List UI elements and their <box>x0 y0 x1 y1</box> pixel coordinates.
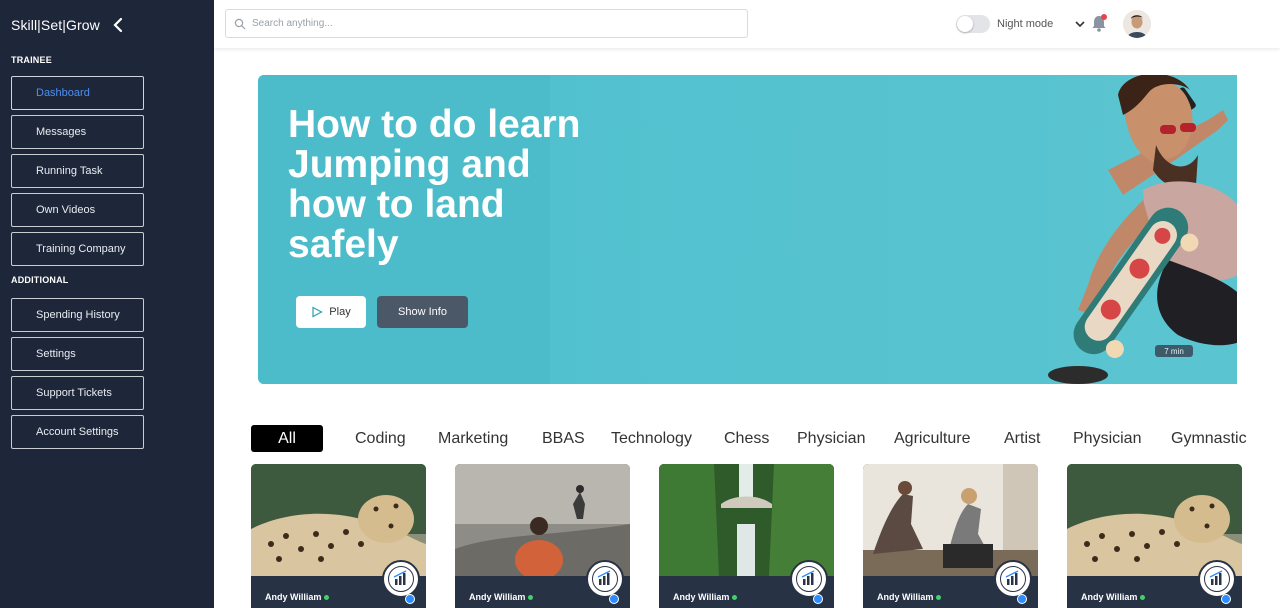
course-badge <box>1198 560 1236 598</box>
hero-title: How to do learn Jumping and how to land … <box>288 103 581 266</box>
sidebar-item-dashboard[interactable]: Dashboard <box>11 76 144 110</box>
sidebar: Skill|Set|Grow TRAINEE Dashboard Message… <box>0 0 214 608</box>
tab-technology[interactable]: Technology <box>611 430 692 448</box>
chevron-left-icon[interactable] <box>110 15 126 35</box>
sidebar-item-training-company[interactable]: Training Company <box>11 232 144 266</box>
course-card[interactable]: Andy William <box>1067 464 1242 608</box>
search-box[interactable] <box>225 9 748 38</box>
tab-artist[interactable]: Artist <box>1004 430 1040 448</box>
avatar[interactable] <box>1123 10 1151 38</box>
chart-icon <box>796 566 822 592</box>
topbar: Night mode <box>214 0 1280 48</box>
online-indicator <box>936 595 942 601</box>
course-badge <box>790 560 828 598</box>
course-badge <box>994 560 1032 598</box>
play-label: Play <box>329 306 351 318</box>
tab-chess[interactable]: Chess <box>724 430 769 448</box>
section-label-additional: ADDITIONAL <box>11 275 69 285</box>
night-mode-label: Night mode <box>997 18 1054 30</box>
verified-icon <box>1017 594 1027 604</box>
skateboarder-image <box>1048 75 1237 384</box>
author-name: Andy William <box>877 592 942 602</box>
sidebar-item-messages[interactable]: Messages <box>11 115 144 149</box>
bell-icon[interactable] <box>1090 13 1108 33</box>
play-button[interactable]: Play <box>296 296 366 328</box>
author-label: Andy William <box>1081 592 1138 602</box>
tab-physician-2[interactable]: Physician <box>1073 430 1141 448</box>
chart-icon <box>1204 566 1230 592</box>
online-indicator <box>528 595 534 601</box>
night-mode-toggle[interactable] <box>956 15 990 33</box>
chart-icon <box>592 566 618 592</box>
search-icon <box>234 18 246 29</box>
author-label: Andy William <box>469 592 526 602</box>
chart-icon <box>1000 566 1026 592</box>
online-indicator <box>324 595 330 601</box>
course-card[interactable]: Andy William <box>455 464 630 608</box>
section-label-trainee: TRAINEE <box>11 55 52 65</box>
verified-icon <box>1221 594 1231 604</box>
sidebar-item-settings[interactable]: Settings <box>11 337 144 371</box>
tab-coding[interactable]: Coding <box>355 430 406 448</box>
author-name: Andy William <box>1081 592 1146 602</box>
verified-icon <box>609 594 619 604</box>
brand-logo[interactable]: Skill|Set|Grow <box>11 17 100 33</box>
tab-physician[interactable]: Physician <box>797 430 865 448</box>
play-icon <box>312 306 324 318</box>
author-name: Andy William <box>265 592 330 602</box>
show-info-button[interactable]: Show Info <box>377 296 468 328</box>
author-label: Andy William <box>265 592 322 602</box>
course-badge <box>382 560 420 598</box>
hero-banner: How to do learn Jumping and how to land … <box>258 75 1237 384</box>
author-label: Andy William <box>877 592 934 602</box>
tab-gymnastic[interactable]: Gymnastic <box>1171 430 1247 448</box>
online-indicator <box>1140 595 1146 601</box>
tab-bbas[interactable]: BBAS <box>542 430 585 448</box>
verified-icon <box>405 594 415 604</box>
course-card[interactable]: Andy William <box>863 464 1038 608</box>
course-card[interactable]: Andy William <box>659 464 834 608</box>
author-name: Andy William <box>673 592 738 602</box>
sidebar-item-running-task[interactable]: Running Task <box>11 154 144 188</box>
chart-icon <box>388 566 414 592</box>
tab-all[interactable]: All <box>251 425 323 452</box>
course-card[interactable]: Andy William <box>251 464 426 608</box>
sidebar-item-support-tickets[interactable]: Support Tickets <box>11 376 144 410</box>
sidebar-item-account-settings[interactable]: Account Settings <box>11 415 144 449</box>
online-indicator <box>732 595 738 601</box>
author-name: Andy William <box>469 592 534 602</box>
sidebar-item-spending-history[interactable]: Spending History <box>11 298 144 332</box>
tab-marketing[interactable]: Marketing <box>438 430 508 448</box>
chevron-down-icon[interactable] <box>1074 18 1086 30</box>
course-badge <box>586 560 624 598</box>
author-label: Andy William <box>673 592 730 602</box>
tab-agriculture[interactable]: Agriculture <box>894 430 970 448</box>
search-input[interactable] <box>252 18 732 29</box>
duration-badge: 7 min <box>1155 345 1193 357</box>
verified-icon <box>813 594 823 604</box>
sidebar-item-own-videos[interactable]: Own Videos <box>11 193 144 227</box>
toggle-knob <box>957 16 973 32</box>
